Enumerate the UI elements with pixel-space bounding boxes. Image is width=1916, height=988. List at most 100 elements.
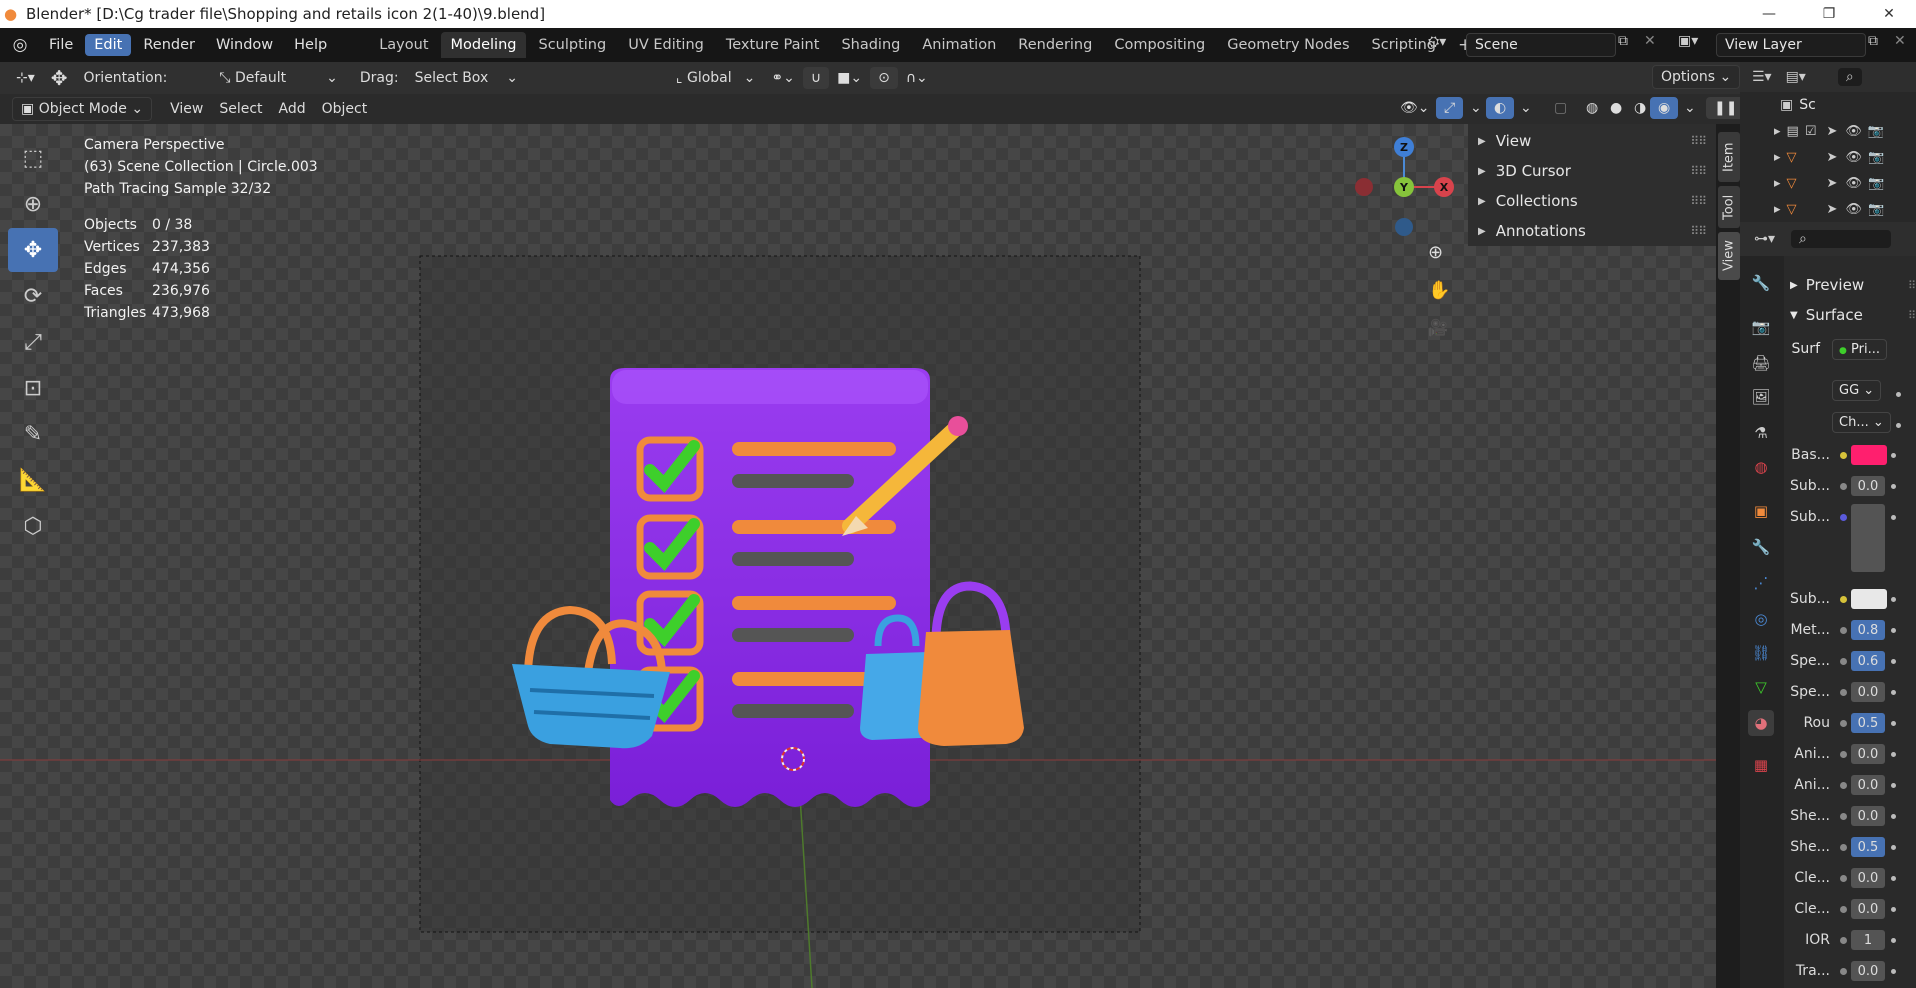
menu-help[interactable]: Help [285, 34, 336, 56]
scene-selector-icon[interactable]: ⛭▾ [1428, 34, 1446, 50]
npanel-section-3d-cursor[interactable]: ▶ 3D Cursor ⠿⠿ [1468, 156, 1716, 186]
view-layer-field[interactable]: View Layer [1716, 33, 1866, 57]
property-value-field[interactable]: 0.0 [1851, 961, 1885, 981]
add-cube-tool-icon[interactable]: ⬡ [8, 504, 58, 548]
keyframe-dot[interactable] [1891, 782, 1896, 788]
outliner-root-row[interactable]: ▣ Sc [1740, 92, 1916, 118]
property-value-field[interactable] [1851, 504, 1885, 572]
keyframe-dot[interactable] [1891, 658, 1896, 664]
socket-dot-icon[interactable] [1840, 843, 1847, 851]
eye-icon[interactable]: 👁 [1845, 176, 1862, 191]
close-button[interactable]: ✕ [1864, 0, 1914, 28]
keyframe-dot[interactable] [1891, 514, 1896, 520]
socket-dot-icon[interactable] [1840, 781, 1847, 789]
world-properties-icon[interactable]: ◍ [1748, 454, 1774, 480]
property-value-field[interactable]: 0.0 [1851, 806, 1885, 826]
socket-dot-icon[interactable] [1840, 905, 1847, 913]
scale-tool-icon[interactable]: ⤢ [8, 320, 58, 364]
property-value-field[interactable]: 0.0 [1851, 775, 1885, 795]
texture-properties-icon[interactable]: ▦ [1748, 752, 1774, 778]
eye-icon[interactable]: 👁 [1845, 202, 1862, 217]
socket-dot-icon[interactable] [1840, 750, 1847, 758]
drag-dropdown[interactable]: Select Box ⌄ [407, 67, 526, 89]
gizmo-z-axis[interactable]: Z [1394, 137, 1414, 157]
drag-grip-icon[interactable]: ⠿⠿ [1690, 164, 1707, 178]
search-icon[interactable]: ⌕ [1791, 230, 1892, 248]
tab-compositing[interactable]: Compositing [1104, 32, 1215, 58]
property-value-field[interactable]: 0.0 [1851, 744, 1885, 764]
menu-render[interactable]: Render [134, 34, 204, 56]
tab-sculpting[interactable]: Sculpting [528, 32, 616, 58]
keyframe-dot[interactable] [1896, 423, 1901, 428]
outliner-row[interactable]: ▸ ▽ ➤ 👁 📷 [1740, 144, 1916, 170]
socket-dot-icon[interactable] [1840, 967, 1847, 975]
tab-animation[interactable]: Animation [912, 32, 1006, 58]
property-value-field[interactable]: 0.0 [1851, 868, 1885, 888]
keyframe-dot[interactable] [1891, 906, 1896, 912]
physics-properties-icon[interactable]: ◎ [1748, 606, 1774, 632]
viewport-menu-view[interactable]: View [162, 98, 211, 120]
keyframe-dot[interactable] [1891, 844, 1896, 850]
surface-shader-field[interactable]: ● Pri... [1832, 338, 1887, 360]
transform-tool-icon[interactable]: ⊡ [8, 366, 58, 410]
socket-dot-icon[interactable] [1840, 936, 1847, 944]
socket-dot-icon[interactable] [1840, 451, 1847, 459]
search-icon[interactable]: ⌕ [1837, 68, 1862, 86]
3d-viewport[interactable]: Z Y X ⊕ ✋ 🎥 Camera Perspective (63) Scen… [0, 124, 1716, 988]
property-value-field[interactable]: 0.8 [1851, 620, 1885, 640]
tab-rendering[interactable]: Rendering [1008, 32, 1102, 58]
npanel-section-view[interactable]: ▶ View ⠿⠿ [1468, 126, 1716, 156]
subsurface-method-dropdown[interactable]: Ch... ⌄ [1832, 412, 1891, 433]
drag-grip-icon[interactable]: ⠿⠿ [1690, 134, 1707, 148]
camera-icon[interactable]: 📷 [1868, 150, 1884, 165]
blender-menu-icon[interactable]: ◎ [0, 35, 40, 55]
npanel-section-annotations[interactable]: ▶ Annotations ⠿⠿ [1468, 216, 1716, 246]
keyframe-dot[interactable] [1891, 627, 1896, 633]
view-layer-icon[interactable]: ▣▾ [1678, 33, 1698, 49]
cursor-tool-icon[interactable]: ⊕ [8, 182, 58, 226]
menu-window[interactable]: Window [207, 34, 282, 56]
tab-layout[interactable]: Layout [369, 32, 438, 58]
select-arrow-icon[interactable]: ➤ [1827, 176, 1838, 191]
proportional-edit-icon[interactable]: ⊙ [870, 67, 898, 89]
eye-icon[interactable]: 👁 [1845, 150, 1862, 165]
scene-properties-icon[interactable]: ⚗ [1748, 420, 1774, 446]
editor-type-icon[interactable]: ⊶▾ [1754, 231, 1775, 247]
chevron-down-icon[interactable]: ⌄ [1512, 97, 1540, 119]
camera-view-icon[interactable]: 🎥 [1428, 318, 1448, 337]
measure-tool-icon[interactable]: 📐 [8, 458, 58, 502]
object-properties-icon[interactable]: ▣ [1748, 498, 1774, 524]
property-value-field[interactable]: 0.5 [1851, 713, 1885, 733]
maximize-button[interactable]: ❐ [1804, 0, 1854, 28]
copy-scene-icon[interactable]: ⧉ [1618, 33, 1628, 49]
keyframe-dot[interactable] [1891, 875, 1896, 881]
preview-section[interactable]: ▶ Preview ⠿ [1782, 270, 1916, 300]
tab-uv-editing[interactable]: UV Editing [618, 32, 714, 58]
gizmo-x-axis[interactable]: X [1434, 177, 1454, 197]
socket-dot-icon[interactable] [1840, 874, 1847, 882]
socket-dot-icon[interactable] [1840, 657, 1847, 665]
visibility-icon[interactable]: 👁⌄ [1392, 97, 1438, 119]
tab-shading[interactable]: Shading [831, 32, 910, 58]
transform-orientation-dropdown[interactable]: ⌞ Global ⌄ [668, 67, 763, 89]
copy-view-layer-icon[interactable]: ⧉ [1868, 33, 1878, 49]
material-properties-icon[interactable]: ◕ [1748, 710, 1774, 736]
property-value-field[interactable] [1851, 589, 1887, 609]
viewport-menu-object[interactable]: Object [314, 98, 376, 120]
select-arrow-icon[interactable]: ➤ [1826, 124, 1837, 139]
property-value-field[interactable]: 0.0 [1851, 899, 1885, 919]
falloff-icon[interactable]: ∩⌄ [898, 67, 936, 89]
menu-edit[interactable]: Edit [85, 34, 132, 56]
render-properties-icon[interactable]: 📷 [1748, 314, 1774, 340]
select-arrow-icon[interactable]: ➤ [1827, 150, 1838, 165]
delete-view-layer-icon[interactable]: ✕ [1894, 33, 1906, 49]
socket-dot-icon[interactable] [1840, 688, 1847, 696]
outliner-row[interactable]: ▸ ▽ ➤ 👁 📷 [1740, 170, 1916, 196]
annotate-tool-icon[interactable]: ✎ [8, 412, 58, 456]
tab-texture-paint[interactable]: Texture Paint [716, 32, 830, 58]
socket-dot-icon[interactable] [1840, 482, 1847, 490]
view-layer-properties-icon[interactable]: 🖼 [1748, 384, 1774, 410]
tool-properties-icon[interactable]: 🔧 [1748, 270, 1774, 296]
options-dropdown[interactable]: Options ⌄ [1652, 65, 1741, 89]
xray-icon[interactable]: ▢ [1546, 97, 1575, 119]
